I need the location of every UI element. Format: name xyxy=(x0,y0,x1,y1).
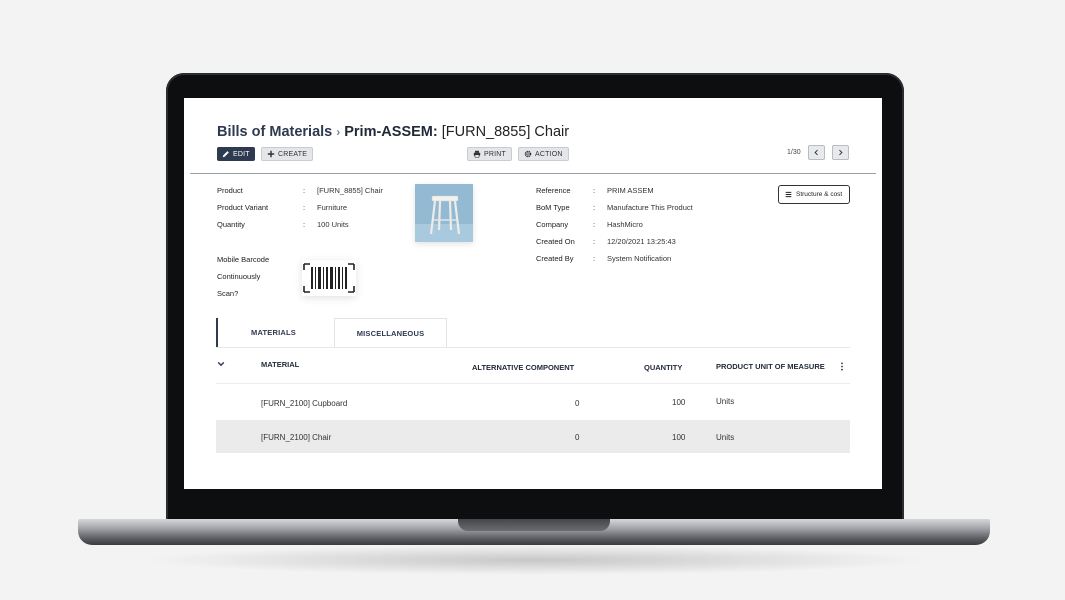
header-divider xyxy=(190,173,876,174)
create-button[interactable]: CREATE xyxy=(261,147,314,161)
product-variant-label: Product Variant xyxy=(217,203,269,212)
record-title: [FURN_8855] Chair xyxy=(441,124,570,140)
edit-button-label: EDIT xyxy=(233,150,250,158)
reference-value: PRIM ASSEM xyxy=(607,186,654,195)
list-icon xyxy=(785,191,792,198)
stool-icon xyxy=(415,184,473,242)
cell-unit-of-measure: Units xyxy=(716,397,735,406)
cell-material: [FURN_2100] Cupboard xyxy=(261,399,348,408)
field-colon: : xyxy=(593,254,596,263)
tab-divider xyxy=(216,347,850,348)
quantity-label: Quantity xyxy=(217,220,245,229)
field-colon: : xyxy=(303,220,306,229)
cell-alternative-component: 0 xyxy=(575,399,580,408)
action-button[interactable]: ACTION xyxy=(518,147,569,161)
created-by-value[interactable]: System Notification xyxy=(607,254,671,263)
field-colon: : xyxy=(303,186,306,195)
field-colon: : xyxy=(593,237,596,246)
previous-record-button[interactable] xyxy=(808,145,825,160)
print-button-label: PRINT xyxy=(484,150,506,158)
breadcrumb-separator-icon: › xyxy=(336,125,341,139)
breadcrumb: Bills of Materials › Prim-ASSEM: [FURN_885… xyxy=(217,124,569,140)
structure-cost-button[interactable]: Structure & cost xyxy=(778,185,850,204)
plus-icon xyxy=(267,150,275,158)
mobile-barcode-label: Mobile Barcode xyxy=(217,255,270,264)
cell-quantity: 100 xyxy=(672,433,686,442)
record-prefix: Prim-ASSEM: xyxy=(344,124,438,140)
header-row-divider xyxy=(216,383,850,384)
chevron-left-icon xyxy=(814,149,818,156)
field-colon: : xyxy=(593,220,596,229)
cell-material: [FURN_2100] Chair xyxy=(261,433,332,442)
tab-miscellaneous[interactable]: MISCELLANEOUS xyxy=(334,318,447,347)
field-colon: : xyxy=(593,186,596,195)
chevron-down-icon[interactable] xyxy=(217,360,225,368)
next-record-button[interactable] xyxy=(832,145,849,160)
continuously-label: Continuously xyxy=(217,272,261,281)
created-on-label: Created On xyxy=(536,237,575,246)
create-button-label: CREATE xyxy=(278,150,308,158)
scan-label: Scan? xyxy=(217,289,239,298)
table-row[interactable]: [FURN_2100] Cupboard 0 100 Units xyxy=(216,387,850,420)
company-value[interactable]: HashMicro xyxy=(607,220,643,229)
column-header-material[interactable]: MATERIAL xyxy=(261,360,299,369)
bom-type-value: Manufacture This Product xyxy=(607,203,693,212)
column-header-quantity[interactable]: QUANTITY xyxy=(644,363,682,372)
created-on-value: 12/20/2021 13:25:43 xyxy=(607,237,676,246)
cell-unit-of-measure: Units xyxy=(716,433,735,442)
field-colon: : xyxy=(593,203,596,212)
gear-icon xyxy=(524,150,532,158)
edit-button[interactable]: EDIT xyxy=(217,147,255,161)
barcode-icon xyxy=(303,263,355,293)
pager-counter: 1/30 xyxy=(787,149,801,156)
chevron-right-icon xyxy=(839,149,843,156)
quantity-value: 100 Units xyxy=(317,220,349,229)
laptop-notch xyxy=(458,519,610,531)
laptop-shadow xyxy=(140,545,930,575)
company-label: Company xyxy=(536,220,569,229)
table-row[interactable]: [FURN_2100] Chair 0 100 Units xyxy=(216,420,850,453)
breadcrumb-bills-of-materials[interactable]: Bills of Materials xyxy=(217,124,332,140)
column-options-icon[interactable] xyxy=(840,362,844,371)
product-value[interactable]: [FURN_8855] Chair xyxy=(317,186,383,195)
column-header-alternative-component[interactable]: ALTERNATIVE COMPONENT xyxy=(472,363,574,372)
app-screen: Bills of Materials › Prim-ASSEM: [FURN_885… xyxy=(184,98,882,489)
reference-label: Reference xyxy=(536,186,571,195)
created-by-label: Created By xyxy=(536,254,574,263)
action-button-label: ACTION xyxy=(535,150,563,158)
column-header-unit-of-measure[interactable]: PRODUCT UNIT OF MEASURE xyxy=(716,362,825,371)
pencil-icon xyxy=(222,151,229,158)
cell-alternative-component: 0 xyxy=(575,433,580,442)
structure-cost-label: Structure & cost xyxy=(796,191,843,198)
printer-icon xyxy=(473,150,481,158)
print-button[interactable]: PRINT xyxy=(467,147,512,161)
barcode-scan-toggle[interactable] xyxy=(302,260,356,296)
product-variant-value[interactable]: Furniture xyxy=(317,203,347,212)
product-label: Product xyxy=(217,186,243,195)
field-colon: : xyxy=(303,203,306,212)
product-image xyxy=(415,184,473,242)
tab-materials[interactable]: MATERIALS xyxy=(216,318,329,347)
cell-quantity: 100 xyxy=(672,398,686,407)
bom-type-label: BoM Type xyxy=(536,203,570,212)
